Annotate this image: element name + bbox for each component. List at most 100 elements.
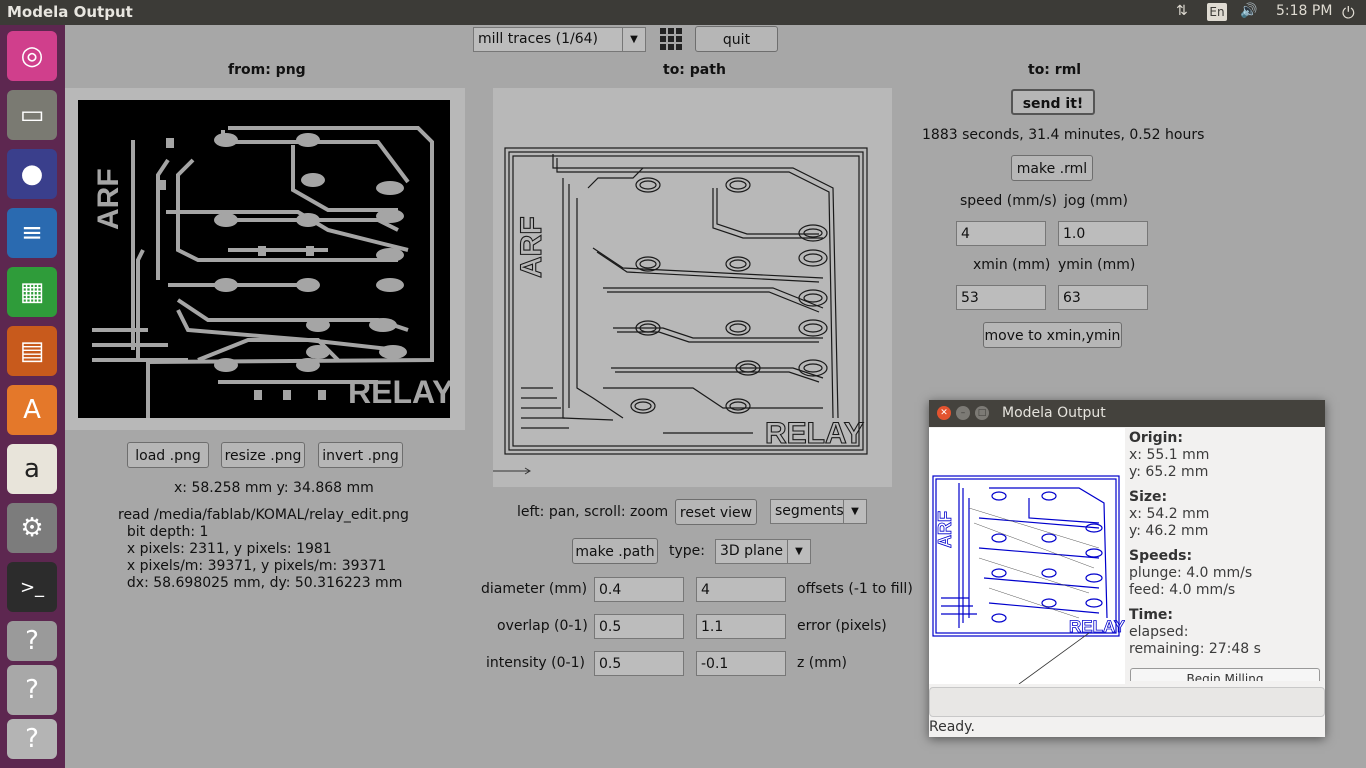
path-preview[interactable]: ARF RELAY	[493, 88, 892, 487]
path-label-relay: RELAY	[765, 417, 864, 450]
preview-label-arf: ARF	[935, 511, 955, 548]
minimize-icon[interactable]: –	[956, 406, 970, 420]
toolpath-preview[interactable]: ARF RELAY	[929, 428, 1125, 684]
to-rml-header: to: rml	[1028, 62, 1082, 78]
z-label: z (mm)	[797, 655, 847, 671]
writer-icon[interactable]: ≡	[7, 208, 57, 258]
grid-icon[interactable]	[659, 27, 683, 51]
speed-label: speed (mm/s)	[960, 193, 1057, 209]
dialog-titlebar: ✕ – □ Modela Output	[929, 400, 1325, 427]
dialog-title: Modela Output	[1002, 405, 1106, 421]
time-section: Time: elapsed: remaining: 27:48 s	[1129, 607, 1261, 658]
ymin-input[interactable]: 63	[1058, 285, 1148, 310]
clock[interactable]: 5:18 PM	[1276, 3, 1332, 19]
move-to-button[interactable]: move to xmin,ymin	[983, 322, 1122, 348]
software-icon[interactable]: A	[7, 385, 57, 435]
jog-input[interactable]: 1.0	[1058, 221, 1148, 246]
overlap-input[interactable]: 0.5	[594, 614, 684, 639]
speed-input[interactable]: 4	[956, 221, 1046, 246]
png-preview[interactable]: ARF RELAY	[78, 100, 450, 418]
error-input[interactable]: 1.1	[696, 614, 786, 639]
terminal-icon[interactable]: >_	[7, 562, 57, 612]
send-button[interactable]: send it!	[1011, 89, 1095, 115]
chevron-down-icon: ▼	[843, 500, 866, 523]
path-preview-frame[interactable]: ARF RELAY	[493, 88, 892, 487]
settings-icon[interactable]: ⚙	[7, 503, 57, 553]
window-title: Modela Output	[7, 3, 133, 21]
speeds-heading: Speeds:	[1129, 548, 1193, 564]
top-panel: Modela Output ⇅ En 🔊 5:18 PM ⏻	[0, 0, 1366, 25]
origin-heading: Origin:	[1129, 430, 1183, 446]
type-select-value: 3D plane	[720, 543, 783, 559]
network-icon[interactable]: ⇅	[1176, 3, 1188, 19]
ubuntu-icon[interactable]: ◎	[7, 31, 57, 81]
size-y: y: 46.2 mm	[1129, 523, 1209, 539]
make-rml-button[interactable]: make .rml	[1011, 155, 1093, 181]
amazon-icon[interactable]: a	[7, 444, 57, 494]
unknown-app-icon[interactable]: ?	[7, 665, 57, 715]
preview-label-relay: RELAY	[1069, 617, 1125, 636]
language-indicator[interactable]: En	[1207, 3, 1227, 21]
impress-icon[interactable]: ▤	[7, 326, 57, 376]
files-icon[interactable]: ▭	[7, 90, 57, 140]
to-path-header: to: path	[663, 62, 726, 78]
mode-select[interactable]: mill traces (1/64) ▼	[473, 27, 646, 52]
milling-info: Origin: x: 55.1 mm y: 65.2 mm Size: x: 5…	[1129, 430, 1261, 658]
error-label: error (pixels)	[797, 618, 887, 634]
reset-view-button[interactable]: reset view	[675, 499, 757, 525]
diameter-input[interactable]: 0.4	[594, 577, 684, 602]
cursor-coords: x: 58.258 mm y: 34.868 mm	[174, 480, 374, 496]
origin-x: x: 55.1 mm	[1129, 447, 1210, 463]
firefox-icon[interactable]: ●	[7, 149, 57, 199]
modela-output-dialog: ✕ – □ Modela Output ARF RELAY Origin: x:…	[929, 400, 1325, 737]
power-icon[interactable]: ⏻	[1342, 3, 1355, 23]
xmin-label: xmin (mm)	[973, 257, 1051, 273]
jog-label: jog (mm)	[1064, 193, 1128, 209]
png-info: read /media/fablab/KOMAL/relay_edit.png …	[118, 507, 409, 591]
path-label-arf: ARF	[515, 216, 548, 278]
load-png-button[interactable]: load .png	[127, 442, 209, 468]
type-select[interactable]: 3D plane ▼	[715, 539, 811, 564]
begin-milling-button[interactable]: Begin Milling	[1130, 668, 1320, 681]
offsets-label: offsets (-1 to fill)	[797, 581, 913, 597]
unknown-app-icon[interactable]: ?	[7, 719, 57, 759]
volume-icon[interactable]: 🔊	[1240, 3, 1257, 19]
origin-y: y: 65.2 mm	[1129, 464, 1209, 480]
view-select[interactable]: segments ▼	[770, 499, 867, 524]
make-path-button[interactable]: make .path	[572, 538, 658, 564]
status-text: Ready.	[929, 719, 975, 735]
overlap-label: overlap (0-1)	[497, 618, 588, 634]
remaining-time: remaining: 27:48 s	[1129, 641, 1261, 657]
mode-select-value: mill traces (1/64)	[478, 31, 598, 47]
board-label-relay: RELAY	[348, 374, 450, 410]
speeds-section: Speeds: plunge: 4.0 mm/s feed: 4.0 mm/s	[1129, 548, 1261, 599]
ymin-label: ymin (mm)	[1058, 257, 1136, 273]
launcher: ◎ ▭ ● ≡ ▦ ▤ A a ⚙ >_ ? ? ?	[0, 25, 65, 768]
size-heading: Size:	[1129, 489, 1168, 505]
size-x: x: 54.2 mm	[1129, 506, 1210, 522]
intensity-input[interactable]: 0.5	[594, 651, 684, 676]
from-png-header: from: png	[228, 62, 306, 78]
offsets-input[interactable]: 4	[696, 577, 786, 602]
chevron-down-icon: ▼	[787, 540, 810, 563]
resize-png-button[interactable]: resize .png	[221, 442, 305, 468]
xmin-input[interactable]: 53	[956, 285, 1046, 310]
intensity-label: intensity (0-1)	[486, 655, 585, 671]
size-section: Size: x: 54.2 mm y: 46.2 mm	[1129, 489, 1261, 540]
close-icon[interactable]: ✕	[937, 406, 951, 420]
plunge-speed: plunge: 4.0 mm/s	[1129, 565, 1253, 581]
progress-bar	[929, 687, 1325, 717]
chevron-down-icon: ▼	[622, 28, 645, 51]
origin-section: Origin: x: 55.1 mm y: 65.2 mm	[1129, 430, 1261, 481]
png-preview-frame: ARF RELAY	[65, 88, 465, 430]
z-input[interactable]: -0.1	[696, 651, 786, 676]
calc-icon[interactable]: ▦	[7, 267, 57, 317]
feed-speed: feed: 4.0 mm/s	[1129, 582, 1236, 598]
invert-png-button[interactable]: invert .png	[318, 442, 403, 468]
unknown-app-icon[interactable]: ?	[7, 621, 57, 661]
time-estimate: 1883 seconds, 31.4 minutes, 0.52 hours	[922, 127, 1205, 143]
view-hint: left: pan, scroll: zoom	[517, 504, 669, 520]
maximize-icon[interactable]: □	[975, 406, 989, 420]
elapsed-time: elapsed:	[1129, 624, 1189, 640]
quit-button[interactable]: quit	[695, 26, 778, 52]
